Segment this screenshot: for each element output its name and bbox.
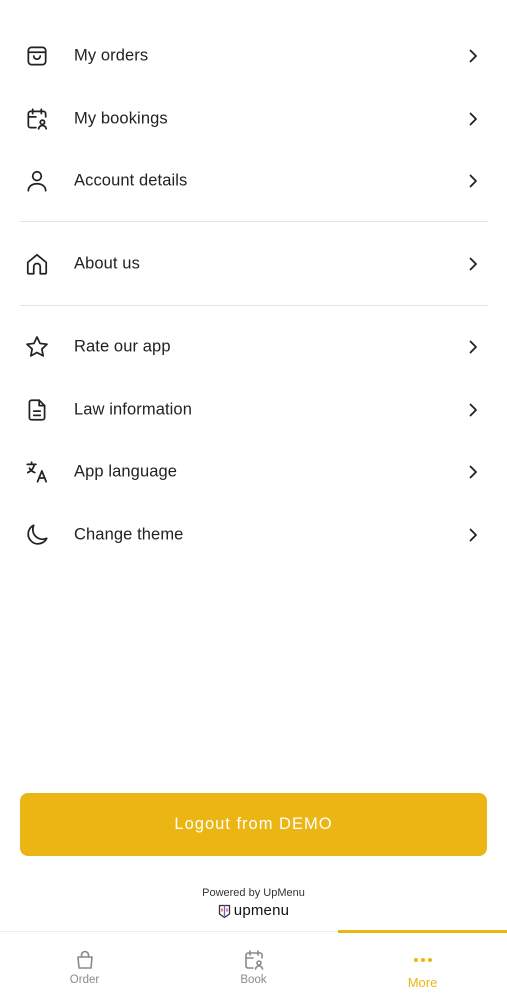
menu-item-label: My bookings [74, 109, 168, 128]
menu-item-change-theme[interactable]: Change theme [0, 504, 507, 566]
chevron-right-icon [465, 173, 481, 189]
tab-order[interactable]: Order [0, 932, 169, 1000]
powered-by-text: Powered by UpMenu [202, 887, 305, 899]
chevron-right-icon [465, 111, 481, 127]
chevron-right-icon [465, 402, 481, 418]
menu-item-about-us[interactable]: About us [0, 233, 507, 295]
menu-item-label: Change theme [74, 525, 184, 544]
calendar-user-icon [242, 948, 266, 972]
menu-item-label: App language [74, 462, 178, 481]
calendar-user-icon [24, 106, 50, 132]
brand-name: upmenu [233, 902, 290, 919]
chevron-right-icon [465, 48, 481, 64]
bottom-tab-bar: Order Book More [0, 930, 507, 1000]
star-icon [24, 334, 50, 360]
menu-item-label: Rate our app [74, 337, 171, 356]
shopping-bag-icon [73, 948, 97, 972]
upmenu-brand: upmenu [0, 902, 507, 919]
tab-more[interactable]: More [338, 930, 507, 1000]
menu-item-app-language[interactable]: App language [0, 441, 507, 503]
document-icon [24, 397, 50, 423]
chevron-right-icon [465, 256, 481, 272]
more-dots-icon [411, 948, 435, 972]
upmenu-logo-icon [218, 904, 230, 918]
chevron-right-icon [465, 464, 481, 480]
menu-divider [20, 221, 488, 222]
menu-item-rate-our-app[interactable]: Rate our app [0, 316, 507, 378]
menu-item-label: My orders [74, 46, 149, 65]
user-icon [24, 168, 50, 194]
menu-item-label: About us [74, 254, 140, 273]
home-icon [24, 251, 50, 277]
chevron-right-icon [465, 527, 481, 543]
tab-label: Order [69, 974, 100, 986]
moon-icon [24, 522, 50, 548]
tab-label: More [407, 975, 438, 990]
menu-item-law-information[interactable]: Law information [0, 379, 507, 441]
logout-button[interactable]: Logout from DEMO [20, 793, 487, 856]
translate-icon [24, 459, 50, 485]
shopping-bag-icon [24, 43, 50, 69]
menu-item-my-orders[interactable]: My orders [0, 25, 507, 87]
tab-label: Book [240, 974, 267, 986]
chevron-right-icon [465, 339, 481, 355]
menu-item-label: Account details [74, 171, 188, 190]
tab-book[interactable]: Book [169, 932, 338, 1000]
menu-item-my-bookings[interactable]: My bookings [0, 88, 507, 150]
menu-divider [20, 305, 488, 306]
menu-item-account-details[interactable]: Account details [0, 150, 507, 212]
menu-item-label: Law information [74, 400, 192, 419]
